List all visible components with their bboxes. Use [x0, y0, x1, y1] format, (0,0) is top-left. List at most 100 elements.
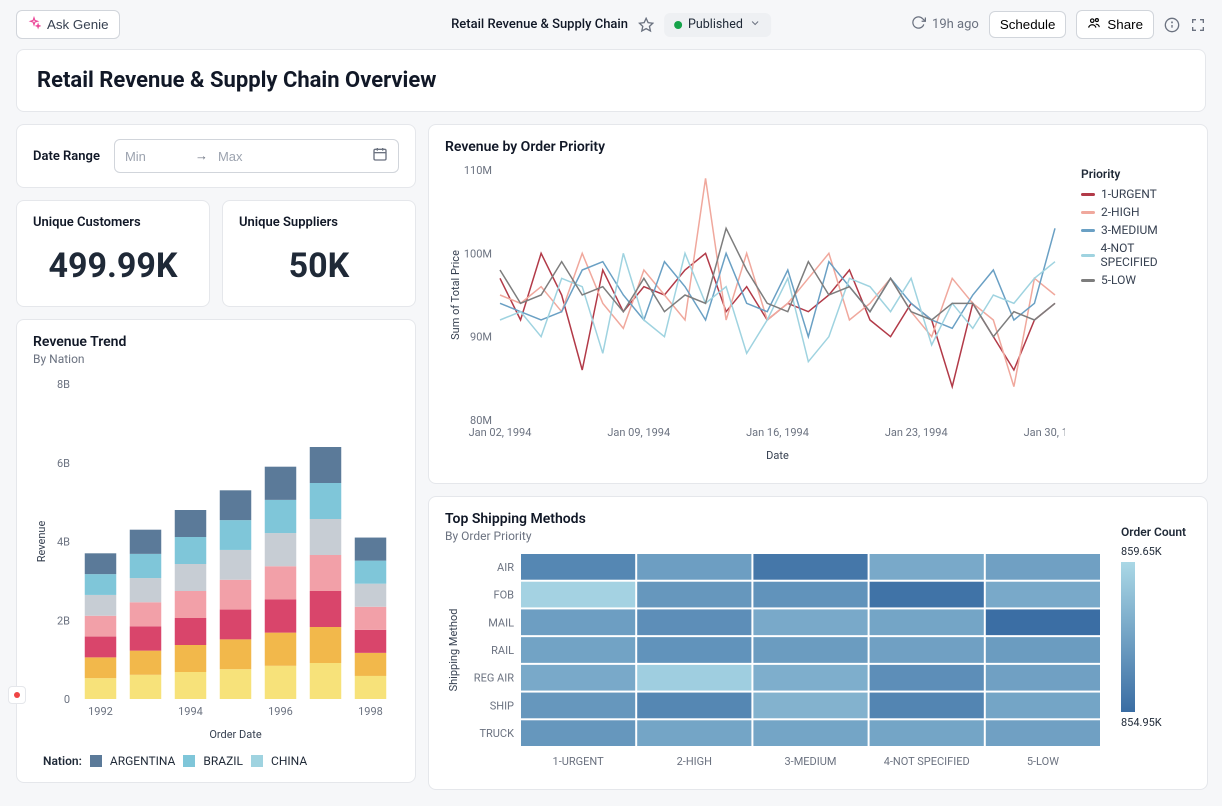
legend-swatch — [1081, 279, 1095, 282]
scale-label: Order Count — [1121, 525, 1191, 539]
refresh-button[interactable]: 19h ago — [911, 15, 979, 34]
status-chip[interactable]: Published — [664, 13, 771, 37]
document-title: Retail Revenue & Supply Chain — [451, 17, 628, 32]
svg-text:AIR: AIR — [497, 561, 514, 574]
svg-text:0: 0 — [64, 693, 70, 706]
legend-swatch — [1081, 211, 1095, 214]
svg-text:8B: 8B — [57, 378, 70, 391]
svg-text:1998: 1998 — [358, 705, 383, 718]
legend-swatch — [1081, 229, 1095, 232]
legend-item[interactable]: 5-LOW — [1081, 273, 1191, 287]
legend-item: CHINA — [271, 754, 307, 768]
kpi-customers: Unique Customers 499.99K — [16, 200, 210, 307]
legend-label: 2-HIGH — [1101, 205, 1140, 219]
fullscreen-icon[interactable] — [1190, 17, 1206, 33]
overview-card: Retail Revenue & Supply Chain Overview — [16, 49, 1206, 112]
svg-text:6B: 6B — [57, 457, 70, 470]
nation-legend-label: Nation: — [43, 754, 82, 768]
revenue-priority-card: Revenue by Order Priority 80M90M100M110M… — [428, 124, 1208, 484]
scale-max: 859.65K — [1121, 545, 1191, 558]
svg-text:1992: 1992 — [88, 705, 113, 718]
kpi-customers-value: 499.99K — [33, 246, 193, 286]
schedule-label: Schedule — [1000, 17, 1056, 32]
revenue-trend-card: Revenue Trend By Nation 02B4B6B8B1992199… — [16, 319, 416, 783]
ask-genie-button[interactable]: Ask Genie — [16, 10, 120, 39]
date-range-label: Date Range — [33, 149, 100, 164]
share-button[interactable]: Share — [1076, 10, 1154, 39]
revenue-priority-title: Revenue by Order Priority — [445, 139, 1065, 155]
svg-text:MAIL: MAIL — [488, 616, 514, 629]
legend-item: ARGENTINA — [110, 754, 176, 768]
scale-bar — [1121, 562, 1135, 712]
legend-label: 4-NOT SPECIFIED — [1101, 241, 1192, 269]
svg-text:5-LOW: 5-LOW — [1027, 755, 1059, 768]
svg-text:FOB: FOB — [493, 589, 514, 602]
arrow-right-icon: → — [195, 148, 208, 164]
legend-swatch — [1081, 193, 1095, 196]
sparkle-icon — [27, 16, 41, 33]
revenue-priority-chart[interactable]: 80M90M100M110MJan 02, 1994Jan 09, 1994Ja… — [445, 155, 1065, 465]
svg-text:Sum of Total Price: Sum of Total Price — [449, 250, 462, 340]
legend-label: 3-MEDIUM — [1101, 223, 1158, 237]
svg-text:Date: Date — [766, 449, 789, 462]
star-icon[interactable] — [638, 17, 654, 33]
svg-text:3-MEDIUM: 3-MEDIUM — [784, 755, 836, 768]
legend-item[interactable]: 3-MEDIUM — [1081, 223, 1191, 237]
revenue-trend-chart[interactable]: 02B4B6B8B1992199419961998Order DateReven… — [33, 374, 403, 744]
date-min-input[interactable] — [125, 149, 185, 164]
legend-label: 1-URGENT — [1101, 187, 1157, 201]
status-label: Published — [688, 17, 743, 32]
svg-text:1996: 1996 — [268, 705, 293, 718]
share-label: Share — [1107, 17, 1143, 32]
legend-swatch — [183, 755, 195, 767]
schedule-button[interactable]: Schedule — [989, 11, 1067, 38]
svg-text:90M: 90M — [470, 331, 492, 344]
svg-text:110M: 110M — [464, 164, 492, 177]
svg-text:Jan 23, 1994: Jan 23, 1994 — [885, 426, 948, 439]
info-icon[interactable] — [1164, 17, 1180, 33]
legend-swatch — [1081, 254, 1095, 257]
refresh-icon — [911, 15, 926, 34]
svg-text:Jan 02, 1994: Jan 02, 1994 — [469, 426, 532, 439]
svg-text:2-HIGH: 2-HIGH — [677, 755, 712, 768]
svg-text:4-NOT SPECIFIED: 4-NOT SPECIFIED — [884, 755, 970, 768]
legend-item[interactable]: 4-NOT SPECIFIED — [1081, 241, 1191, 269]
svg-text:Revenue: Revenue — [35, 521, 48, 563]
revenue-trend-subtitle: By Nation — [33, 352, 399, 366]
kpi-suppliers: Unique Suppliers 50K — [222, 200, 416, 307]
svg-text:Jan 16, 1994: Jan 16, 1994 — [746, 426, 809, 439]
kpi-customers-label: Unique Customers — [33, 215, 193, 230]
svg-text:1-URGENT: 1-URGENT — [553, 755, 605, 768]
date-range-input[interactable]: → — [114, 139, 399, 173]
calendar-icon[interactable] — [372, 146, 388, 166]
shipping-subtitle: By Order Priority — [445, 529, 1105, 543]
date-range-card: Date Range → — [16, 124, 416, 188]
shipping-heatmap[interactable]: AIRFOBMAILRAILREG AIRSHIPTRUCK1-URGENT2-… — [445, 551, 1105, 771]
priority-legend: Priority 1-URGENT2-HIGH3-MEDIUM4-NOT SPE… — [1081, 139, 1191, 469]
legend-swatch — [251, 755, 263, 767]
svg-text:SHIP: SHIP — [490, 699, 514, 712]
legend-label: 5-LOW — [1101, 273, 1136, 287]
kpi-suppliers-value: 50K — [239, 246, 399, 286]
svg-text:RAIL: RAIL — [491, 644, 514, 657]
ask-genie-label: Ask Genie — [47, 17, 109, 32]
status-dot-icon — [674, 21, 682, 29]
svg-text:Shipping Method: Shipping Method — [447, 609, 460, 692]
legend-item[interactable]: 1-URGENT — [1081, 187, 1191, 201]
shipping-title: Top Shipping Methods — [445, 511, 1105, 527]
kpi-suppliers-label: Unique Suppliers — [239, 215, 399, 230]
svg-text:REG AIR: REG AIR — [474, 672, 514, 685]
svg-text:2B: 2B — [57, 614, 70, 627]
heatmap-scale: Order Count 859.65K 854.95K — [1121, 511, 1191, 775]
svg-text:100M: 100M — [464, 247, 492, 260]
topbar: Ask Genie Retail Revenue & Supply Chain … — [0, 0, 1222, 49]
page-title: Retail Revenue & Supply Chain Overview — [37, 68, 1185, 93]
nation-legend: Nation: ARGENTINA BRAZIL CHINA — [43, 748, 399, 768]
scale-min: 854.95K — [1121, 716, 1191, 729]
people-icon — [1087, 16, 1101, 33]
legend-swatch — [90, 755, 102, 767]
legend-item[interactable]: 2-HIGH — [1081, 205, 1191, 219]
date-max-input[interactable] — [218, 149, 278, 164]
notification-badge[interactable] — [8, 686, 26, 704]
svg-text:Jan 30, 1994: Jan 30, 1994 — [1024, 426, 1065, 439]
